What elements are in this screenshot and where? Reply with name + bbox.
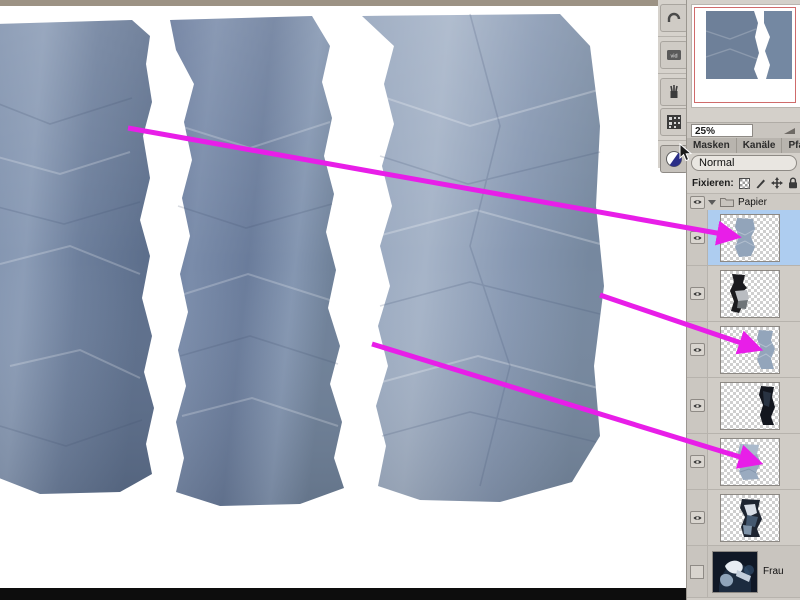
tab-masken[interactable]: Masken (687, 138, 737, 153)
layer-3-body[interactable] (708, 322, 800, 377)
torn-paper-svg (0, 13, 604, 506)
layer-5-thumbnail[interactable] (720, 437, 780, 486)
document-canvas[interactable] (0, 0, 686, 600)
eye-icon[interactable] (689, 195, 705, 209)
layers-list[interactable]: Frau (687, 210, 800, 600)
navigator-panel[interactable] (687, 0, 800, 124)
mouse-cursor (679, 143, 693, 162)
panel-tab-row[interactable]: Masken Kanäle Pfade (687, 138, 800, 153)
lock-row-label: Fixieren: (692, 177, 734, 189)
paper-artwork (0, 6, 686, 518)
layer-6-body[interactable] (708, 490, 800, 545)
blend-mode-row: Normal (687, 153, 800, 173)
layer-row-5[interactable] (687, 434, 800, 490)
chevron-down-icon[interactable] (708, 198, 716, 206)
layer-4-body[interactable] (708, 378, 800, 433)
lock-all-icon[interactable] (788, 177, 798, 189)
history-icon[interactable] (660, 4, 688, 32)
layer-4-thumbnail[interactable] (720, 381, 780, 430)
svg-text:vid: vid (670, 54, 677, 60)
layer-row-6[interactable] (687, 490, 800, 546)
photoshop-window: vid 25% Masken Kanäle Pf Normal Fixieren… (0, 0, 800, 600)
brushes-icon[interactable] (660, 108, 688, 136)
right-panel-column: 25% Masken Kanäle Pfade Normal Fixieren: (686, 0, 800, 600)
layer-frau-body[interactable]: Frau (708, 546, 800, 597)
eye-icon[interactable] (689, 343, 705, 356)
layer-3-thumbnail[interactable] (720, 325, 780, 374)
navigator-view-box[interactable] (694, 7, 796, 103)
blend-mode-select[interactable]: Normal (691, 155, 797, 171)
layer-2-body[interactable] (708, 266, 800, 321)
layer-1-thumbnail[interactable] (720, 213, 780, 262)
tool-preset-icon[interactable] (660, 78, 688, 106)
layer-frau-name: Frau (763, 566, 784, 577)
visibility-off-icon[interactable] (690, 564, 704, 579)
layer-group-name: Papier (738, 196, 767, 208)
layer-5-body[interactable] (708, 434, 800, 489)
layer-1-body[interactable] (708, 210, 800, 265)
layer-4-visibility-toggle[interactable] (687, 378, 708, 433)
canvas-bottom-edge (0, 588, 686, 600)
zoom-level-input[interactable]: 25% (691, 124, 753, 137)
layer-row-2[interactable] (687, 266, 800, 322)
tab-kanaele[interactable]: Kanäle (736, 138, 783, 153)
layer-row-frau[interactable]: Frau (687, 546, 800, 598)
layer-6-thumbnail[interactable] (720, 493, 780, 542)
layer-row-4[interactable] (687, 378, 800, 434)
layer-3-visibility-toggle[interactable] (687, 322, 708, 377)
navigator-zoom-row[interactable]: 25% (687, 122, 800, 139)
navigator-thumbnail[interactable] (691, 4, 800, 108)
group-visibility-toggle[interactable] (687, 195, 707, 209)
tab-pfade[interactable]: Pfade (782, 138, 800, 153)
layer-row-3[interactable] (687, 322, 800, 378)
eye-icon[interactable] (689, 399, 705, 412)
layer-2-visibility-toggle[interactable] (687, 266, 708, 321)
eye-icon[interactable] (689, 511, 705, 524)
layer-group-row-papier[interactable]: Papier (687, 193, 800, 210)
lock-transparency-icon[interactable] (738, 177, 750, 189)
eye-icon[interactable] (689, 455, 705, 468)
eye-icon[interactable] (689, 231, 705, 244)
layer-1-visibility-toggle[interactable] (687, 210, 708, 265)
lock-row: Fixieren: (687, 173, 800, 193)
layer-frau-thumbnail[interactable] (712, 550, 758, 593)
layer-2-thumbnail[interactable] (720, 269, 780, 318)
eye-icon[interactable] (689, 287, 705, 300)
action-icon[interactable]: vid (660, 41, 688, 69)
layer-5-visibility-toggle[interactable] (687, 434, 708, 489)
lock-image-icon[interactable] (755, 178, 766, 189)
zoom-slider-icon[interactable] (784, 127, 796, 136)
layer-row-1[interactable] (687, 210, 800, 266)
folder-icon (720, 197, 734, 207)
lock-position-icon[interactable] (770, 177, 783, 189)
frau-visibility-toggle[interactable] (687, 546, 708, 597)
layer-6-visibility-toggle[interactable] (687, 490, 708, 545)
